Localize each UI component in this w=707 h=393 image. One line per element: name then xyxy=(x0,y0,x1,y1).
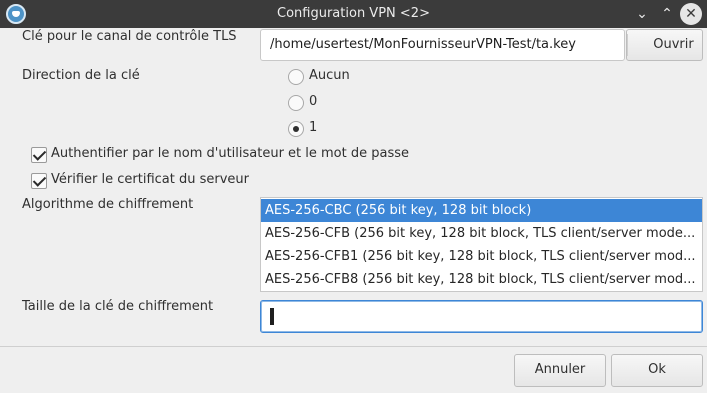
maximize-icon[interactable]: ⌃ xyxy=(657,4,677,24)
tls-key-path-field[interactable]: /home/usertest/MonFournisseurVPN-Test/ta… xyxy=(260,29,625,61)
radio-button[interactable] xyxy=(288,69,304,85)
cipher-list-item-selected[interactable]: AES-256-CBC (256 bit key, 128 bit block) xyxy=(261,199,702,222)
key-size-label: Taille de la clé de chiffrement xyxy=(22,299,214,314)
footer-divider xyxy=(0,346,707,347)
minimize-icon[interactable]: ⌄ xyxy=(632,4,652,24)
checkbox-checked[interactable] xyxy=(31,173,47,189)
checkbox-label: Authentifier par le nom d'utilisateur et… xyxy=(51,146,410,161)
text-cursor xyxy=(270,308,274,325)
radio-label: 1 xyxy=(309,120,318,135)
radio-button[interactable] xyxy=(288,95,304,111)
cipher-list[interactable]: AES-256-CBC (256 bit key, 128 bit block)… xyxy=(260,197,703,292)
cipher-list-item[interactable]: AES-256-CFB1 (256 bit key, 128 bit block… xyxy=(261,245,702,268)
key-direction-label: Direction de la clé xyxy=(22,68,140,83)
radio-button-selected[interactable] xyxy=(288,121,304,137)
checkbox-checked[interactable] xyxy=(31,147,47,163)
tls-key-label: Clé pour le canal de contrôle TLS xyxy=(22,29,237,44)
close-icon[interactable]: ✕ xyxy=(680,3,702,25)
open-file-button[interactable]: Ouvrir xyxy=(626,29,703,61)
cancel-button[interactable]: Annuler xyxy=(514,354,606,387)
checkbox-label: Vérifier le certificat du serveur xyxy=(51,172,249,187)
cipher-label: Algorithme de chiffrement xyxy=(22,197,194,212)
title-bar: Configuration VPN <2> ⌄ ⌃ ✕ xyxy=(0,0,707,28)
open-button-label: Ouvrir xyxy=(653,37,694,52)
ok-button[interactable]: Ok xyxy=(611,354,703,387)
key-size-input[interactable] xyxy=(260,300,703,333)
radio-label: Aucun xyxy=(309,68,350,83)
cipher-list-item[interactable]: AES-256-CFB (256 bit key, 128 bit block,… xyxy=(261,222,702,245)
cipher-list-item[interactable]: AES-256-CFB8 (256 bit key, 128 bit block… xyxy=(261,268,702,291)
radio-label: 0 xyxy=(309,94,318,109)
window-title: Configuration VPN <2> xyxy=(277,6,430,21)
